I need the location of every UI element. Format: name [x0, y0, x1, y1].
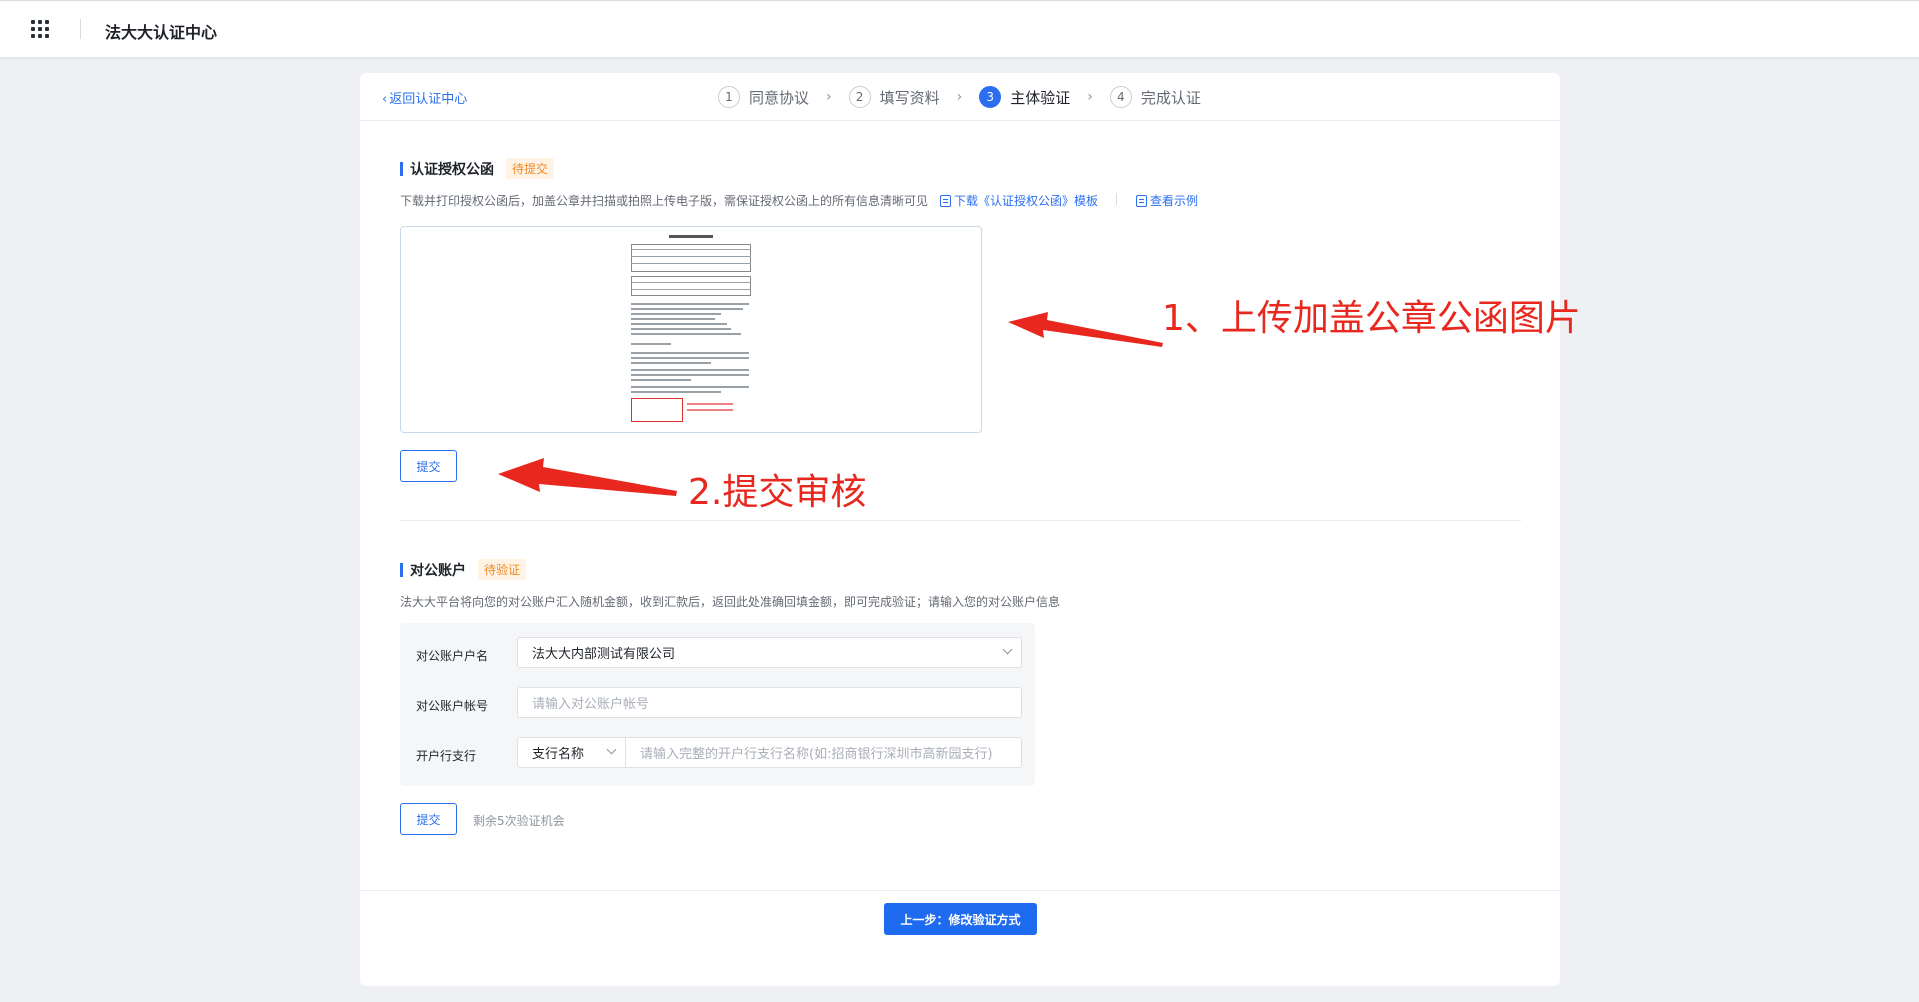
stamp-box — [631, 398, 683, 422]
branch-select-value: 支行名称 — [532, 747, 585, 762]
step-label: 主体验证 — [1010, 88, 1071, 107]
example-link-label: 查看示例 — [1150, 194, 1199, 208]
divider — [80, 19, 81, 39]
document-icon — [1136, 194, 1147, 207]
submit-account-button[interactable]: 提交 — [400, 803, 457, 835]
download-template-link[interactable]: 下载《认证授权公函》模板 — [940, 192, 1098, 209]
step-label: 填写资料 — [879, 88, 940, 107]
branch-type-select[interactable]: 支行名称 — [517, 737, 626, 768]
upload-annotation: 1、上传加盖公章公函图片 — [1162, 298, 1581, 339]
branch-name-placeholder: 请输入完整的开户行支行名称(如:招商银行深圳市高新园支行) — [640, 747, 993, 762]
account-number-placeholder: 请输入对公账户帐号 — [532, 697, 650, 712]
step-agreement: 1 同意协议 — [718, 86, 809, 108]
step-complete: 4 完成认证 — [1109, 86, 1201, 108]
step-number: 4 — [1109, 86, 1132, 108]
main-card: ‹ 返回认证中心 1 同意协议 › 2 填写资料 › 3 主体验证 › 4 完成认… — [360, 73, 1560, 986]
remaining-attempts: 剩余5次验证机会 — [473, 814, 565, 828]
step-label: 完成认证 — [1140, 88, 1201, 107]
chevron-right-icon: › — [1087, 89, 1093, 105]
step-entity-verification: 3 主体验证 — [979, 86, 1070, 108]
letter-section-title: 认证授权公函 待提交 — [400, 158, 555, 179]
section-marker — [400, 562, 403, 577]
account-number-label: 对公账户帐号 — [416, 699, 489, 713]
branch-name-input[interactable]: 请输入完整的开户行支行名称(如:招商银行深圳市高新园支行) — [625, 737, 1022, 768]
account-number-input[interactable]: 请输入对公账户帐号 — [517, 687, 1022, 718]
section-title-text: 认证授权公函 — [410, 161, 494, 178]
view-example-link[interactable]: 查看示例 — [1136, 192, 1198, 209]
step-number: 1 — [718, 86, 740, 108]
letter-thumbnail — [631, 235, 751, 427]
status-badge: 待验证 — [478, 559, 527, 580]
account-description: 法大大平台将向您的对公账户汇入随机金额，收到汇款后，返回此处准确回填金额，即可完… — [400, 595, 1061, 609]
step-number: 3 — [979, 86, 1002, 108]
chevron-right-icon: › — [826, 89, 832, 105]
account-name-select[interactable]: 法大大内部测试有限公司 — [517, 637, 1022, 668]
account-name-value: 法大大内部测试有限公司 — [532, 647, 676, 662]
section-divider — [400, 520, 1521, 521]
back-link-label: 返回认证中心 — [389, 92, 468, 107]
branch-label: 开户行支行 — [416, 749, 477, 763]
card-header: ‹ 返回认证中心 1 同意协议 › 2 填写资料 › 3 主体验证 › 4 完成认… — [360, 73, 1560, 121]
document-icon — [940, 194, 951, 207]
footer-divider — [360, 890, 1560, 891]
submit-annotation: 2.提交审核 — [688, 472, 867, 513]
progress-steps: 1 同意协议 › 2 填写资料 › 3 主体验证 › 4 完成认证 — [718, 83, 1201, 111]
account-form: 对公账户户名 法大大内部测试有限公司 对公账户帐号 请输入对公账户帐号 开户行支… — [400, 623, 1035, 786]
letter-description: 下载并打印授权公函后，加盖公章并扫描或拍照上传电子版，需保证授权公函上的所有信息… — [400, 194, 929, 208]
step-number: 2 — [848, 86, 871, 108]
app-title: 法大大认证中心 — [105, 23, 218, 42]
top-bar: 法大大认证中心 — [0, 0, 1919, 57]
letter-upload-preview[interactable] — [400, 226, 982, 433]
chevron-right-icon: › — [956, 89, 963, 105]
chevron-down-icon — [606, 744, 617, 755]
status-badge: 待提交 — [506, 158, 555, 179]
step-fill-info: 2 填写资料 — [848, 86, 940, 108]
section-title-text: 对公账户 — [410, 562, 466, 579]
back-to-center-link[interactable]: ‹ 返回认证中心 — [382, 88, 467, 107]
submit-letter-button[interactable]: 提交 — [400, 450, 457, 482]
divider — [1116, 193, 1117, 205]
previous-step-button[interactable]: 上一步：修改验证方式 — [884, 903, 1037, 935]
chevron-down-icon — [1002, 644, 1013, 655]
account-section-title: 对公账户 待验证 — [400, 559, 527, 580]
chevron-left-icon: ‹ — [382, 92, 388, 107]
download-link-label: 下载《认证授权公函》模板 — [954, 194, 1099, 208]
step-label: 同意协议 — [749, 88, 810, 107]
apps-grid-icon[interactable] — [31, 20, 49, 38]
account-name-label: 对公账户户名 — [416, 649, 489, 663]
section-marker — [400, 161, 403, 176]
